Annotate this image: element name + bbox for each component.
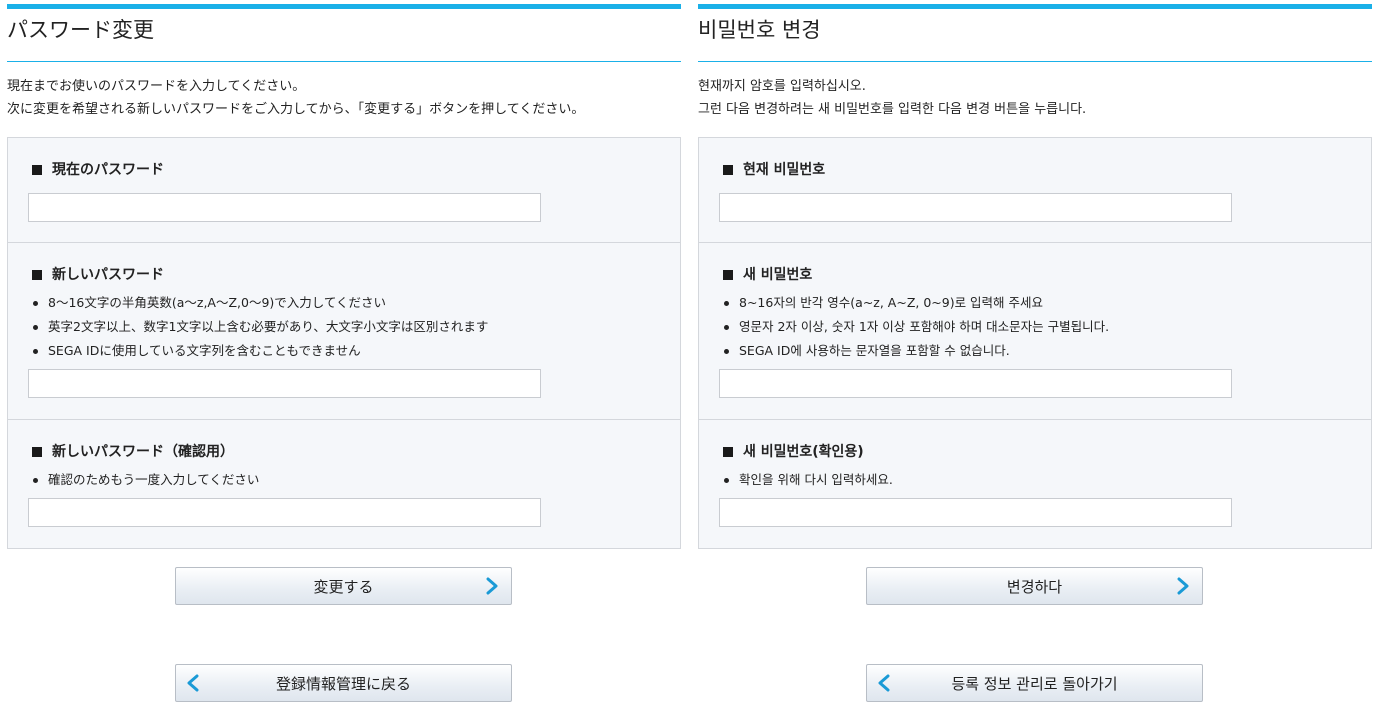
page-title: 비밀번호 변경 [698, 18, 821, 42]
current-password-label-row: 現在のパスワード [28, 160, 660, 180]
note-item: 확인을 위해 다시 입력하세요. [719, 468, 1351, 492]
confirm-password-notes: 확인을 위해 다시 입력하세요. [719, 468, 1351, 492]
note-item: SEGA IDに使用している文字列を含むこともできません [28, 339, 660, 363]
square-bullet-icon [32, 270, 42, 280]
change-button[interactable]: 変更する [175, 567, 512, 605]
square-bullet-icon [32, 165, 42, 175]
confirm-password-section: 새 비밀번호(확인용) 확인을 위해 다시 입력하세요. [699, 420, 1371, 548]
current-password-label: 현재 비밀번호 [743, 162, 826, 178]
new-password-section: 新しいパスワード 8～16文字の半角英数(a～z,A～Z,0～9)で入力してくだ… [8, 243, 680, 420]
new-password-input[interactable] [28, 369, 541, 398]
title-bar: パスワード変更 [7, 4, 681, 62]
title-bar: 비밀번호 변경 [698, 4, 1372, 62]
change-button[interactable]: 변경하다 [866, 567, 1203, 605]
intro-line-1: 현재까지 암호를 입력하십시오. [698, 79, 866, 94]
new-password-label: 새 비밀번호 [743, 267, 813, 283]
intro-line-1: 現在までお使いのパスワードを入力してください。 [7, 79, 306, 94]
note-item: 英字2文字以上、数字1文字以上含む必要があり、大文字小文字は区別されます [28, 315, 660, 339]
current-password-section: 現在のパスワード [8, 138, 680, 243]
chevron-left-icon [878, 674, 890, 692]
change-button-label: 変更する [313, 577, 374, 596]
new-password-label: 新しいパスワード [52, 267, 164, 283]
current-password-section: 현재 비밀번호 [699, 138, 1371, 243]
confirm-password-input[interactable] [28, 498, 541, 527]
current-password-input[interactable] [719, 193, 1232, 222]
new-password-input[interactable] [719, 369, 1232, 398]
confirm-password-input[interactable] [719, 498, 1232, 527]
confirm-password-label-row: 新しいパスワード（確認用） [28, 442, 660, 462]
note-item: 8～16文字の半角英数(a～z,A～Z,0～9)で入力してください [28, 291, 660, 315]
note-item: SEGA ID에 사용하는 문자열을 포함할 수 없습니다. [719, 339, 1351, 363]
page-title: パスワード変更 [7, 18, 154, 42]
intro-line-2: 그런 다음 변경하려는 새 비밀번호를 입력한 다음 변경 버튼을 누릅니다. [698, 102, 1087, 117]
password-change-panel-ja: パスワード変更 現在までお使いのパスワードを入力してください。 次に変更を希望さ… [7, 0, 681, 702]
square-bullet-icon [723, 447, 733, 457]
new-password-label-row: 새 비밀번호 [719, 265, 1351, 285]
square-bullet-icon [723, 270, 733, 280]
chevron-right-icon [1177, 577, 1189, 595]
chevron-right-icon [486, 577, 498, 595]
square-bullet-icon [723, 165, 733, 175]
new-password-label-row: 新しいパスワード [28, 265, 660, 285]
back-to-registration-button[interactable]: 등록 정보 관리로 돌아가기 [866, 664, 1203, 702]
password-form: 현재 비밀번호 새 비밀번호 8~16자의 반각 영수(a~z, A~Z, 0~… [698, 137, 1372, 549]
note-item: 8~16자의 반각 영수(a~z, A~Z, 0~9)로 입력해 주세요 [719, 291, 1351, 315]
password-form: 現在のパスワード 新しいパスワード 8～16文字の半角英数(a～z,A～Z,0～… [7, 137, 681, 549]
chevron-left-icon [187, 674, 199, 692]
new-password-notes: 8～16文字の半角英数(a～z,A～Z,0～9)で入力してください 英字2文字以… [28, 291, 660, 363]
square-bullet-icon [32, 447, 42, 457]
change-button-label: 변경하다 [1006, 577, 1063, 596]
confirm-password-label-row: 새 비밀번호(확인용) [719, 442, 1351, 462]
current-password-label-row: 현재 비밀번호 [719, 160, 1351, 180]
password-change-panel-ko: 비밀번호 변경 현재까지 암호를 입력하십시오. 그런 다음 변경하려는 새 비… [698, 0, 1372, 702]
intro-text: 現在までお使いのパスワードを入力してください。 次に変更を希望される新しいパスワ… [7, 75, 681, 121]
note-item: 영문자 2자 이상, 숫자 1자 이상 포함해야 하며 대소문자는 구별됩니다. [719, 315, 1351, 339]
confirm-password-notes: 確認のためもう一度入力してください [28, 468, 660, 492]
confirm-password-section: 新しいパスワード（確認用） 確認のためもう一度入力してください [8, 420, 680, 548]
intro-text: 현재까지 암호를 입력하십시오. 그런 다음 변경하려는 새 비밀번호를 입력한… [698, 75, 1372, 121]
confirm-password-label: 새 비밀번호(확인용) [743, 444, 864, 460]
current-password-label: 現在のパスワード [52, 162, 164, 178]
back-button-label: 등록 정보 관리로 돌아가기 [951, 674, 1118, 693]
confirm-password-label: 新しいパスワード（確認用） [52, 444, 234, 460]
current-password-input[interactable] [28, 193, 541, 222]
back-button-label: 登録情報管理に戻る [275, 674, 411, 693]
note-item: 確認のためもう一度入力してください [28, 468, 660, 492]
back-to-registration-button[interactable]: 登録情報管理に戻る [175, 664, 512, 702]
new-password-notes: 8~16자의 반각 영수(a~z, A~Z, 0~9)로 입력해 주세요 영문자… [719, 291, 1351, 363]
intro-line-2: 次に変更を希望される新しいパスワードをご入力してから、「変更する」ボタンを押して… [7, 102, 585, 117]
new-password-section: 새 비밀번호 8~16자의 반각 영수(a~z, A~Z, 0~9)로 입력해 … [699, 243, 1371, 420]
